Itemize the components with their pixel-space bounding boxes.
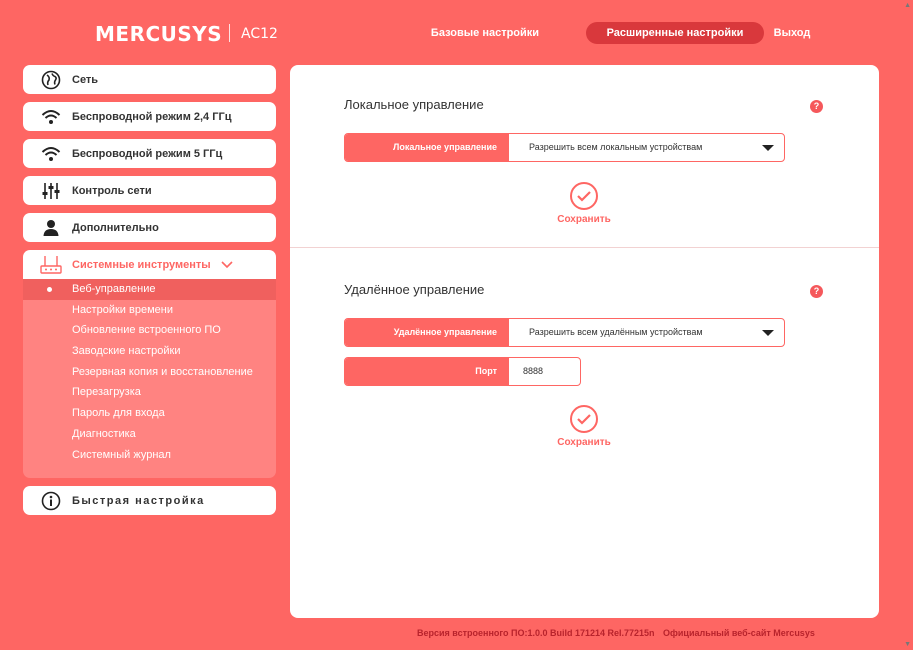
section-divider [290,247,879,248]
dropdown-arrow-icon [762,145,774,151]
remote-save-button[interactable]: Сохранить [556,405,612,448]
port-input[interactable]: 8888 [509,358,580,385]
local-help-icon[interactable]: ? [810,100,823,113]
sidebar-item-label: Беспроводной режим 2,4 ГГц [72,110,232,123]
local-management-row: Локальное управление Разрешить всем лока… [344,133,785,162]
sidebar-item-wireless-24[interactable]: Беспроводной режим 2,4 ГГц [23,102,276,131]
submenu-item-diagnostics[interactable]: Диагностика [23,424,276,445]
logo-divider [229,24,230,42]
system-tools-submenu: Веб-управление Настройки времени Обновле… [23,279,276,478]
firmware-version: Версия встроенного ПО:1.0.0 Build 171214… [417,628,655,638]
remote-management-select[interactable]: Разрешить всем удалённым устройствам [509,319,784,346]
submenu-item-web-management[interactable]: Веб-управление [23,279,276,300]
sidebar-item-label: Беспроводной режим 5 ГГц [72,147,223,160]
save-label: Сохранить [557,214,611,225]
scroll-down-icon[interactable]: ▼ [904,641,911,648]
wifi-icon [40,143,62,165]
chevron-down-icon [221,256,233,274]
dropdown-arrow-icon [762,330,774,336]
submenu-item-firmware-upgrade[interactable]: Обновление встроенного ПО [23,320,276,341]
sidebar-item-network[interactable]: Сеть [23,65,276,94]
model-name: AC12 [241,26,278,42]
remote-management-row: Удалённое управление Разрешить всем удал… [344,318,785,347]
submenu-item-system-log[interactable]: Системный журнал [23,445,276,466]
local-management-select[interactable]: Разрешить всем локальным устройствам [509,134,784,161]
mercusys-logo: MERCUSYS [95,22,223,46]
local-save-button[interactable]: Сохранить [556,182,612,225]
remote-management-label: Удалённое управление [345,319,509,346]
sidebar-item-advanced[interactable]: Дополнительно [23,213,276,242]
local-management-title: Локальное управление [344,97,484,112]
port-row: Порт 8888 [344,357,581,386]
remote-management-title: Удалённое управление [344,282,485,297]
save-label: Сохранить [557,437,611,448]
remote-management-value: Разрешить всем удалённым устройствам [529,327,703,337]
sidebar-item-label: Дополнительно [72,221,159,234]
nav-basic-settings[interactable]: Базовые настройки [430,22,540,44]
sidebar-item-label: Сеть [72,73,99,86]
submenu-item-login-password[interactable]: Пароль для входа [23,403,276,424]
remote-help-icon[interactable]: ? [810,285,823,298]
globe-icon [40,69,62,91]
port-label: Порт [345,358,509,385]
sidebar-item-network-control[interactable]: Контроль сети [23,176,276,205]
submenu-item-backup-restore[interactable]: Резервная копия и восстановление [23,362,276,383]
submenu-item-factory-defaults[interactable]: Заводские настройки [23,341,276,362]
official-site-link[interactable]: Официальный веб-сайт Mercusys [663,628,815,638]
sidebar-item-quick-setup[interactable]: Быстрая настройка [23,486,276,515]
submenu-item-time-settings[interactable]: Настройки времени [23,300,276,321]
sidebar-item-system-tools[interactable]: Системные инструменты [23,250,276,279]
sidebar-item-wireless-5[interactable]: Беспроводной режим 5 ГГц [23,139,276,168]
nav-exit[interactable]: Выход [770,22,814,44]
wifi-icon [40,106,62,128]
sliders-icon [40,180,62,202]
main-panel: Локальное управление ? Локальное управле… [290,65,879,618]
local-management-label: Локальное управление [345,134,509,161]
local-management-value: Разрешить всем локальным устройствам [529,142,703,152]
check-circle-icon [570,405,598,433]
router-icon [40,254,62,276]
info-icon [40,490,62,512]
sidebar-item-label: Контроль сети [72,184,152,197]
sidebar-item-label: Быстрая настройка [72,494,205,507]
user-icon [40,217,62,239]
scroll-up-icon[interactable]: ▲ [904,2,911,9]
nav-advanced-settings[interactable]: Расширенные настройки [586,22,764,44]
sidebar-item-label: Системные инструменты [72,258,211,271]
submenu-item-reboot[interactable]: Перезагрузка [23,382,276,403]
check-circle-icon [570,182,598,210]
